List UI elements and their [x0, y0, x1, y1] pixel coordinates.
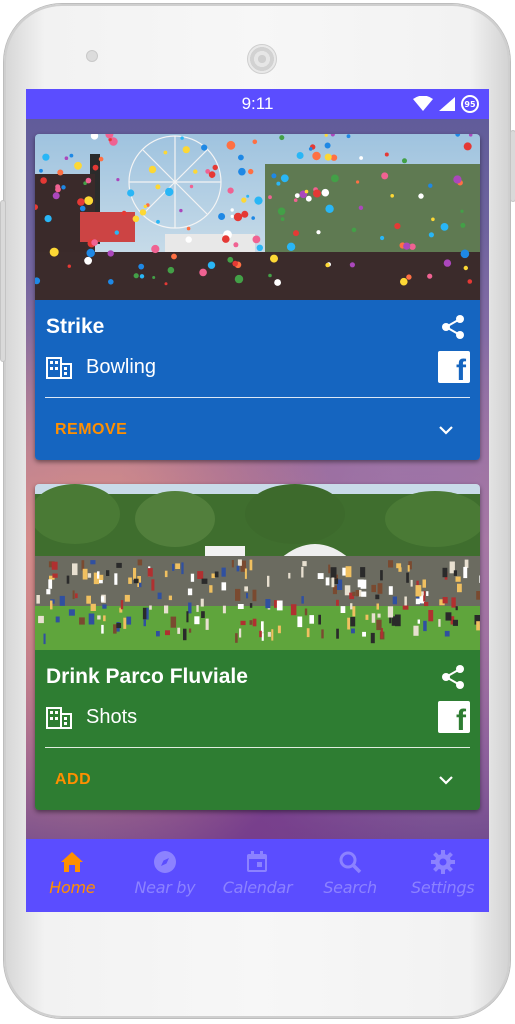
calendar-icon [247, 851, 268, 872]
nav-calendar-label: Calendar [222, 878, 293, 897]
remove-button[interactable]: REMOVE [55, 421, 127, 439]
battery-icon: 95 [461, 95, 479, 113]
event-card[interactable]: Strike Bowling f REMOVE [35, 134, 480, 460]
card-body: Drink Parco Fluviale Shots f ADD [35, 650, 480, 810]
add-button[interactable]: ADD [55, 771, 91, 789]
nav-home-label: Home [49, 878, 96, 897]
chevron-down-icon[interactable] [437, 421, 455, 439]
card-title[interactable]: Drink Parco Fluviale [46, 665, 248, 689]
front-sensor [86, 50, 98, 62]
card-title[interactable]: Strike [46, 315, 104, 339]
bottom-navigation: Home Near by Calendar Search Settings [26, 839, 489, 912]
card-body: Strike Bowling f REMOVE [35, 300, 480, 460]
share-icon[interactable] [440, 664, 466, 690]
wifi-icon [413, 96, 433, 111]
divider [45, 747, 470, 748]
nav-settings[interactable]: Settings [396, 839, 489, 912]
event-image-park[interactable] [35, 484, 480, 650]
cell-signal-icon [439, 97, 455, 111]
facebook-icon[interactable]: f [438, 701, 470, 736]
event-image-festival[interactable] [35, 134, 480, 300]
card-category: Bowling [46, 356, 156, 379]
compass-icon [153, 851, 176, 873]
card-category: Shots [46, 706, 137, 729]
volume-button [0, 200, 6, 362]
divider [45, 397, 470, 398]
battery-level: 95 [464, 99, 476, 109]
nav-search-label: Search [323, 878, 377, 897]
nav-near-by-label: Near by [134, 878, 196, 897]
nav-settings-label: Settings [411, 878, 475, 897]
search-icon [339, 851, 362, 874]
card-category-label: Bowling [86, 356, 157, 378]
nav-search[interactable]: Search [304, 839, 397, 912]
building-icon [46, 356, 72, 379]
status-bar: 9:11 95 [26, 89, 489, 119]
nav-near-by[interactable]: Near by [119, 839, 212, 912]
card-category-label: Shots [86, 706, 138, 728]
nav-calendar[interactable]: Calendar [211, 839, 304, 912]
status-icons: 95 [413, 94, 479, 114]
event-card[interactable]: Drink Parco Fluviale Shots f ADD [35, 484, 480, 810]
share-icon[interactable] [440, 314, 466, 340]
gear-icon [430, 850, 455, 874]
facebook-icon[interactable]: f [438, 351, 470, 386]
chevron-down-icon[interactable] [437, 771, 455, 789]
app-screen: 9:11 95 Strike Bowling f REMOVE Drink Pa… [26, 89, 489, 912]
power-button [510, 130, 515, 202]
nav-home[interactable]: Home [26, 839, 119, 912]
building-icon [46, 706, 72, 729]
earpiece-speaker [247, 44, 277, 74]
home-icon [61, 852, 84, 872]
